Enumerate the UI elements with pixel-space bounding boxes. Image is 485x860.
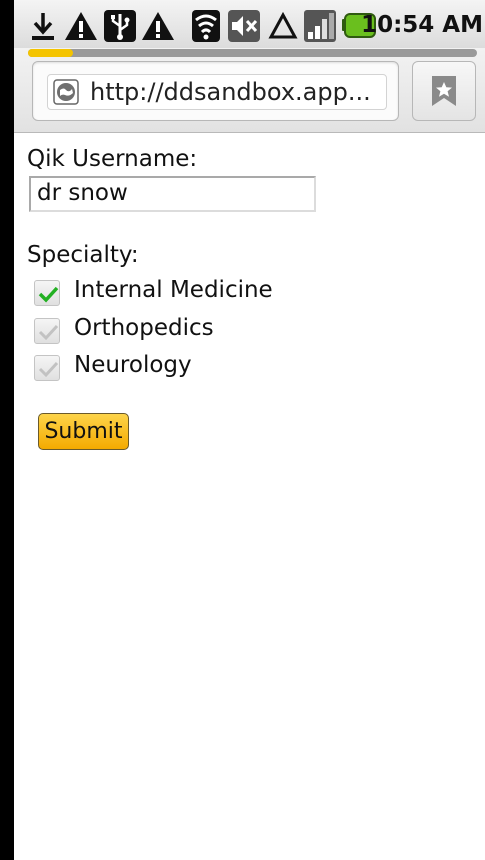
url-field[interactable]: http://ddsandbox.app... [47, 74, 387, 110]
signal-icon [304, 10, 336, 42]
phone-screen: 10:54 AM http://ddsandbox.app... Qik Use… [0, 0, 485, 860]
wifi-icon [192, 10, 220, 42]
web-page: Qik Username: dr snow Specialty: Interna… [14, 133, 485, 860]
checkbox-neurology[interactable] [34, 355, 60, 381]
warning-icon [64, 10, 98, 42]
muted-speaker-icon [228, 10, 260, 42]
page-load-progress-fill [28, 49, 73, 57]
option-label: Neurology [74, 352, 192, 378]
download-icon [28, 10, 58, 42]
gray-check-icon [38, 324, 59, 341]
bookmark-button[interactable] [412, 61, 476, 121]
option-label: Orthopedics [74, 315, 214, 341]
usb-icon [104, 10, 136, 42]
warning-icon [141, 10, 175, 42]
username-input[interactable]: dr snow [29, 176, 316, 212]
triangle-icon [268, 10, 298, 42]
page-load-progress [28, 49, 477, 57]
option-label: Internal Medicine [74, 277, 273, 303]
status-time: 10:54 AM [361, 12, 483, 38]
gray-check-icon [38, 361, 59, 378]
globe-icon [53, 79, 79, 105]
url-text: http://ddsandbox.app... [90, 78, 371, 106]
username-label: Qik Username: [27, 146, 198, 172]
status-bar: 10:54 AM [14, 0, 485, 48]
bookmark-star-icon [432, 76, 456, 106]
specialty-label: Specialty: [27, 242, 139, 268]
checkbox-orthopedics[interactable] [34, 318, 60, 344]
checkbox-internal-medicine[interactable] [34, 280, 60, 306]
submit-button[interactable]: Submit [38, 413, 129, 450]
username-value: dr snow [37, 180, 128, 206]
browser-toolbar: http://ddsandbox.app... [14, 48, 485, 133]
green-check-icon [38, 286, 59, 303]
url-bar[interactable]: http://ddsandbox.app... [32, 61, 399, 121]
